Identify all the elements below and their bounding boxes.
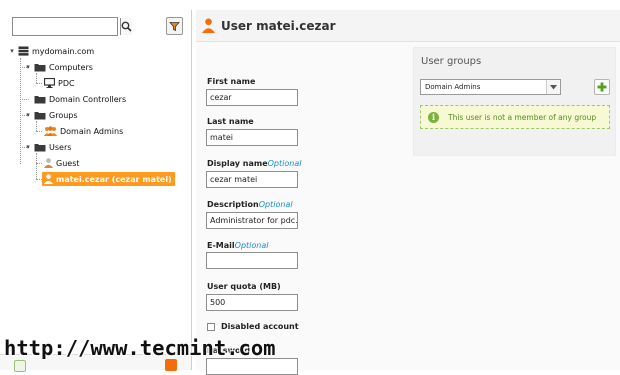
tree-node-root[interactable]: ▾ mydomain.com [8,44,94,58]
notice-text: This user is not a member of any group [448,112,597,122]
tree-node-label: Computers [49,62,93,72]
monitor-icon [44,78,55,88]
tree-node-label: Domain Controllers [49,94,127,104]
first-name-field[interactable]: cezar [206,89,298,106]
user-icon [44,158,53,168]
tree-node-guest[interactable]: Guest [44,156,80,170]
add-node-button[interactable] [14,360,26,372]
user-icon [44,174,53,184]
email-field[interactable] [206,252,298,269]
tree-node-domain-admins[interactable]: Domain Admins [44,124,123,138]
server-icon [18,46,29,56]
user-groups-title: User groups [421,56,482,67]
collapse-icon[interactable]: ▾ [8,47,16,55]
watermark: http://www.tecmint.com [4,336,276,360]
tree-search-box [12,17,132,36]
first-name-label: First name [207,77,256,86]
plus-icon [597,82,607,92]
tree-connector [36,131,42,132]
collapse-icon[interactable]: ▾ [24,143,32,151]
filter-icon [169,21,180,31]
info-icon: i [428,111,439,123]
tree-node-label: Domain Admins [60,126,124,136]
membership-notice: i This user is not a member of any group [420,105,610,129]
tree-connector [36,153,37,179]
tree-node-computers[interactable]: ▾ Computers [24,60,93,74]
user-groups-panel: User groups Domain Admins i This user is… [413,47,616,156]
tree-connector [20,99,29,100]
tree-node-groups[interactable]: ▾ Groups [24,108,78,122]
user-details-pane: User matei.cezar First name cezar Last n… [196,10,620,375]
details-header: User matei.cezar [196,10,620,42]
password-field[interactable] [206,358,298,375]
tree-node-domain-controllers[interactable]: Domain Controllers [34,92,126,106]
folder-icon [34,111,46,119]
tree-node-label: mydomain.com [32,46,95,56]
tree-connector [20,58,21,164]
chevron-down-icon[interactable] [546,80,560,94]
tree-node-users[interactable]: ▾ Users [24,140,71,154]
folder-icon [34,95,46,103]
user-form: First name cezar Last name matei Display… [196,42,404,375]
folder-icon [34,63,46,71]
tree-node-pdc[interactable]: PDC [44,76,75,90]
email-label: E-MailOptional [207,241,269,250]
description-field[interactable]: Administrator for pdc. [206,212,298,229]
search-button[interactable] [120,18,132,35]
optional-hint: Optional [258,200,293,209]
tree-node-selected-user[interactable]: matei.cezar (cezar matei) [42,172,175,186]
tree-node-label: Groups [49,110,78,120]
tree-node-label: PDC [58,78,75,88]
collapse-icon[interactable]: ▾ [24,63,32,71]
search-icon [121,21,132,32]
domain-tree: ▾ mydomain.com ▾ Computers PDC Domain Co… [0,42,191,342]
tree-connector [36,121,37,131]
display-name-label: Display nameOptional [207,159,302,168]
tree-connector [36,163,42,164]
page-title: User matei.cezar [221,18,336,33]
optional-hint: Optional [234,241,269,250]
user-icon [202,18,215,33]
disabled-account-row[interactable]: Disabled account [207,322,299,331]
group-select[interactable]: Domain Admins [420,79,561,95]
tree-connector [36,73,37,83]
folder-icon [34,143,46,151]
display-name-field[interactable]: cezar matei [206,171,298,188]
delete-node-button[interactable] [165,359,177,371]
last-name-field[interactable]: matei [206,129,298,146]
disabled-account-label: Disabled account [221,322,299,331]
tree-node-label: Guest [56,158,80,168]
tree-node-label: Users [49,142,72,152]
last-name-label: Last name [207,117,254,126]
tree-search-input[interactable] [13,18,120,35]
tree-connector [36,83,42,84]
user-quota-label: User quota (MB) [207,282,281,291]
user-quota-field[interactable]: 500 [206,294,298,311]
disabled-account-checkbox[interactable] [207,322,215,331]
group-select-value: Domain Admins [425,83,481,91]
filter-button[interactable] [166,17,183,35]
tree-node-label: matei.cezar (cezar matei) [56,174,172,184]
group-icon [44,126,57,136]
add-group-button[interactable] [594,79,610,95]
description-label: DescriptionOptional [207,200,293,209]
collapse-icon[interactable]: ▾ [24,111,32,119]
domain-tree-pane: ▾ mydomain.com ▾ Computers PDC Domain Co… [0,10,192,372]
optional-hint: Optional [267,159,302,168]
